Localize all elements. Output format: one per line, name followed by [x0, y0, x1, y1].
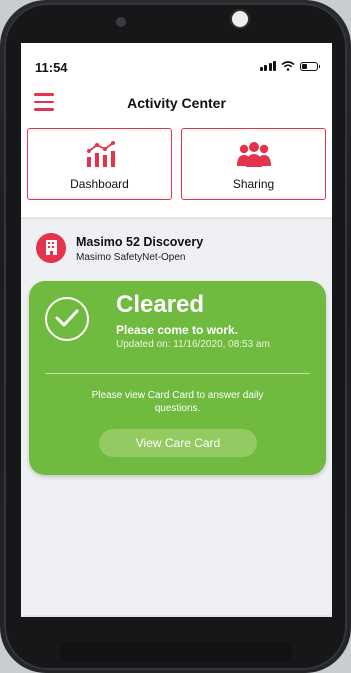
building-icon	[36, 233, 66, 263]
signal-icon	[259, 61, 276, 71]
status-time: 11:54	[35, 60, 68, 75]
battery-icon	[300, 61, 320, 71]
front-camera-icon	[232, 11, 248, 27]
dashboard-tile[interactable]: Dashboard	[27, 128, 172, 200]
view-care-card-button[interactable]: View Care Card	[99, 429, 257, 457]
earpiece-icon	[116, 17, 126, 27]
status-icons	[259, 61, 320, 71]
sharing-label: Sharing	[232, 177, 275, 191]
bottom-bezel	[60, 642, 292, 662]
people-group-icon	[236, 142, 271, 167]
status-bar: 11:54	[21, 43, 332, 85]
card-divider	[45, 373, 310, 374]
status-updated-time: Updated on: 11/16/2020, 08:53 am	[116, 339, 270, 350]
status-card: Cleared Please come to work. Updated on:…	[29, 281, 326, 475]
app-screen: 11:54 Activity Center Dashboard Sharing …	[21, 43, 332, 617]
screen-bottom-edge	[21, 615, 332, 617]
location-header: Masimo 52 Discovery Masimo SafetyNet-Ope…	[21, 221, 332, 269]
wifi-icon	[281, 61, 295, 71]
location-name: Masimo 52 Discovery	[76, 235, 204, 249]
dashboard-label: Dashboard	[70, 177, 129, 191]
location-subtitle: Masimo SafetyNet-Open	[76, 252, 186, 263]
clearance-status: Cleared	[116, 291, 205, 318]
chart-icon	[86, 141, 115, 167]
nav-bar: Activity Center	[21, 85, 332, 123]
page-title: Activity Center	[127, 95, 226, 111]
check-circle-icon	[45, 297, 89, 341]
status-message: Please come to work.	[116, 323, 239, 337]
tiles-area: Dashboard Sharing	[21, 123, 332, 217]
sharing-tile[interactable]: Sharing	[181, 128, 326, 200]
card-instruction: Please view Card Card to answer daily qu…	[91, 390, 264, 414]
